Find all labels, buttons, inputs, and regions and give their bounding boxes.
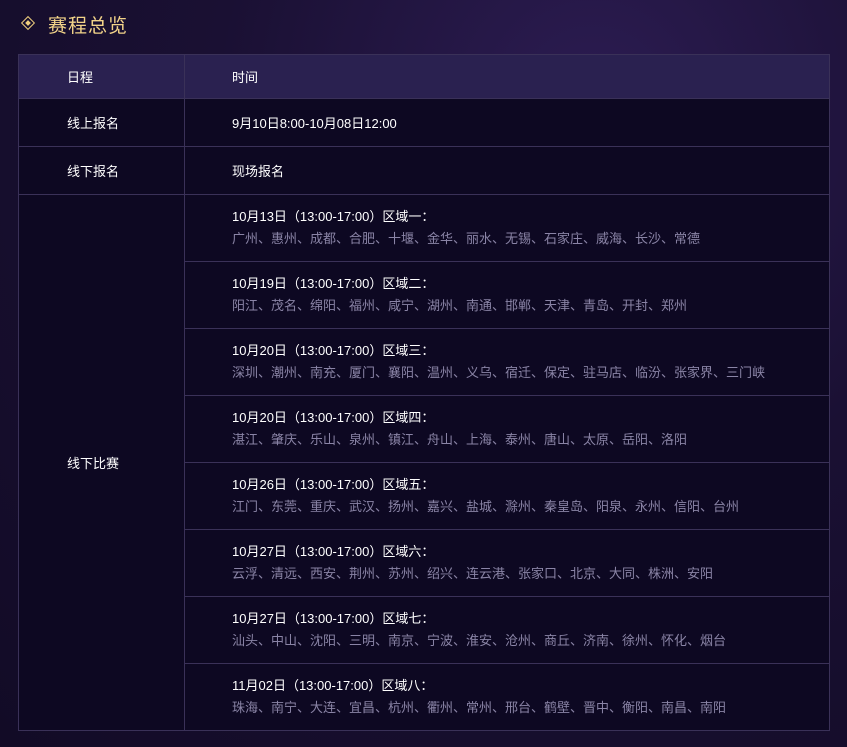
table-header-row: 日程 时间 (18, 54, 830, 99)
region-cities: 阳江、茂名、绵阳、福州、咸宁、湖州、南通、邯郸、天津、青岛、开封、郑州 (232, 298, 688, 313)
schedule-table: 日程 时间 线上报名 9月10日8:00-10月08日12:00 线下报名 现场… (18, 54, 830, 731)
region-cities: 珠海、南宁、大连、宜昌、杭州、衢州、常州、邢台、鹤壁、晋中、衡阳、南昌、南阳 (232, 700, 727, 715)
region-cities: 深圳、潮州、南充、厦门、襄阳、温州、义乌、宿迁、保定、驻马店、临汾、张家界、三门… (232, 365, 766, 380)
table-row: 线下报名 现场报名 (18, 146, 830, 195)
region-cell: 10月20日（13:00-17:00）区域三： 深圳、潮州、南充、厦门、襄阳、温… (184, 328, 830, 396)
region-cities: 云浮、清远、西安、荆州、苏州、绍兴、连云港、张家口、北京、大同、株洲、安阳 (232, 566, 714, 581)
diamond-icon (22, 17, 36, 31)
region-cities: 汕头、中山、沈阳、三明、南京、宁波、淮安、沧州、商丘、济南、徐州、怀化、烟台 (232, 633, 727, 648)
row-value-offline-signup: 现场报名 (184, 146, 830, 195)
row-label-offline-match: 线下比赛 (18, 194, 185, 731)
region-date: 10月19日（13:00-17:00）区域二： (232, 276, 435, 291)
region-cell: 11月02日（13:00-17:00）区域八： 珠海、南宁、大连、宜昌、杭州、衢… (184, 663, 830, 731)
region-cell: 10月13日（13:00-17:00）区域一： 广州、惠州、成都、合肥、十堰、金… (184, 194, 830, 262)
section-header: 赛程总览 (22, 10, 128, 38)
header-schedule: 日程 (18, 54, 185, 99)
region-cell: 10月27日（13:00-17:00）区域六： 云浮、清远、西安、荆州、苏州、绍… (184, 529, 830, 597)
table-row: 线下比赛 10月13日（13:00-17:00）区域一： 广州、惠州、成都、合肥… (18, 194, 830, 731)
region-date: 10月20日（13:00-17:00）区域三： (232, 343, 435, 358)
region-cities: 江门、东莞、重庆、武汉、扬州、嘉兴、盐城、滁州、秦皇岛、阳泉、永州、信阳、台州 (232, 499, 740, 514)
row-value-online-signup: 9月10日8:00-10月08日12:00 (184, 98, 830, 147)
region-date: 11月02日（13:00-17:00）区域八： (232, 678, 434, 693)
region-date: 10月26日（13:00-17:00）区域五： (232, 477, 435, 492)
region-cities: 湛江、肇庆、乐山、泉州、镇江、舟山、上海、泰州、唐山、太原、岳阳、洛阳 (232, 432, 688, 447)
region-date: 10月13日（13:00-17:00）区域一： (232, 209, 435, 224)
region-cell: 10月27日（13:00-17:00）区域七： 汕头、中山、沈阳、三明、南京、宁… (184, 596, 830, 664)
region-cell: 10月19日（13:00-17:00）区域二： 阳江、茂名、绵阳、福州、咸宁、湖… (184, 261, 830, 329)
region-date: 10月27日（13:00-17:00）区域七： (232, 611, 435, 626)
region-cities: 广州、惠州、成都、合肥、十堰、金华、丽水、无锡、石家庄、威海、长沙、常德 (232, 231, 701, 246)
region-cell: 10月20日（13:00-17:00）区域四： 湛江、肇庆、乐山、泉州、镇江、舟… (184, 395, 830, 463)
header-time: 时间 (184, 54, 830, 99)
row-label-offline-signup: 线下报名 (18, 146, 185, 195)
region-date: 10月20日（13:00-17:00）区域四： (232, 410, 435, 425)
table-row: 线上报名 9月10日8:00-10月08日12:00 (18, 98, 830, 147)
region-date: 10月27日（13:00-17:00）区域六： (232, 544, 435, 559)
row-label-online-signup: 线上报名 (18, 98, 185, 147)
region-cell: 10月26日（13:00-17:00）区域五： 江门、东莞、重庆、武汉、扬州、嘉… (184, 462, 830, 530)
page-title: 赛程总览 (48, 15, 129, 37)
